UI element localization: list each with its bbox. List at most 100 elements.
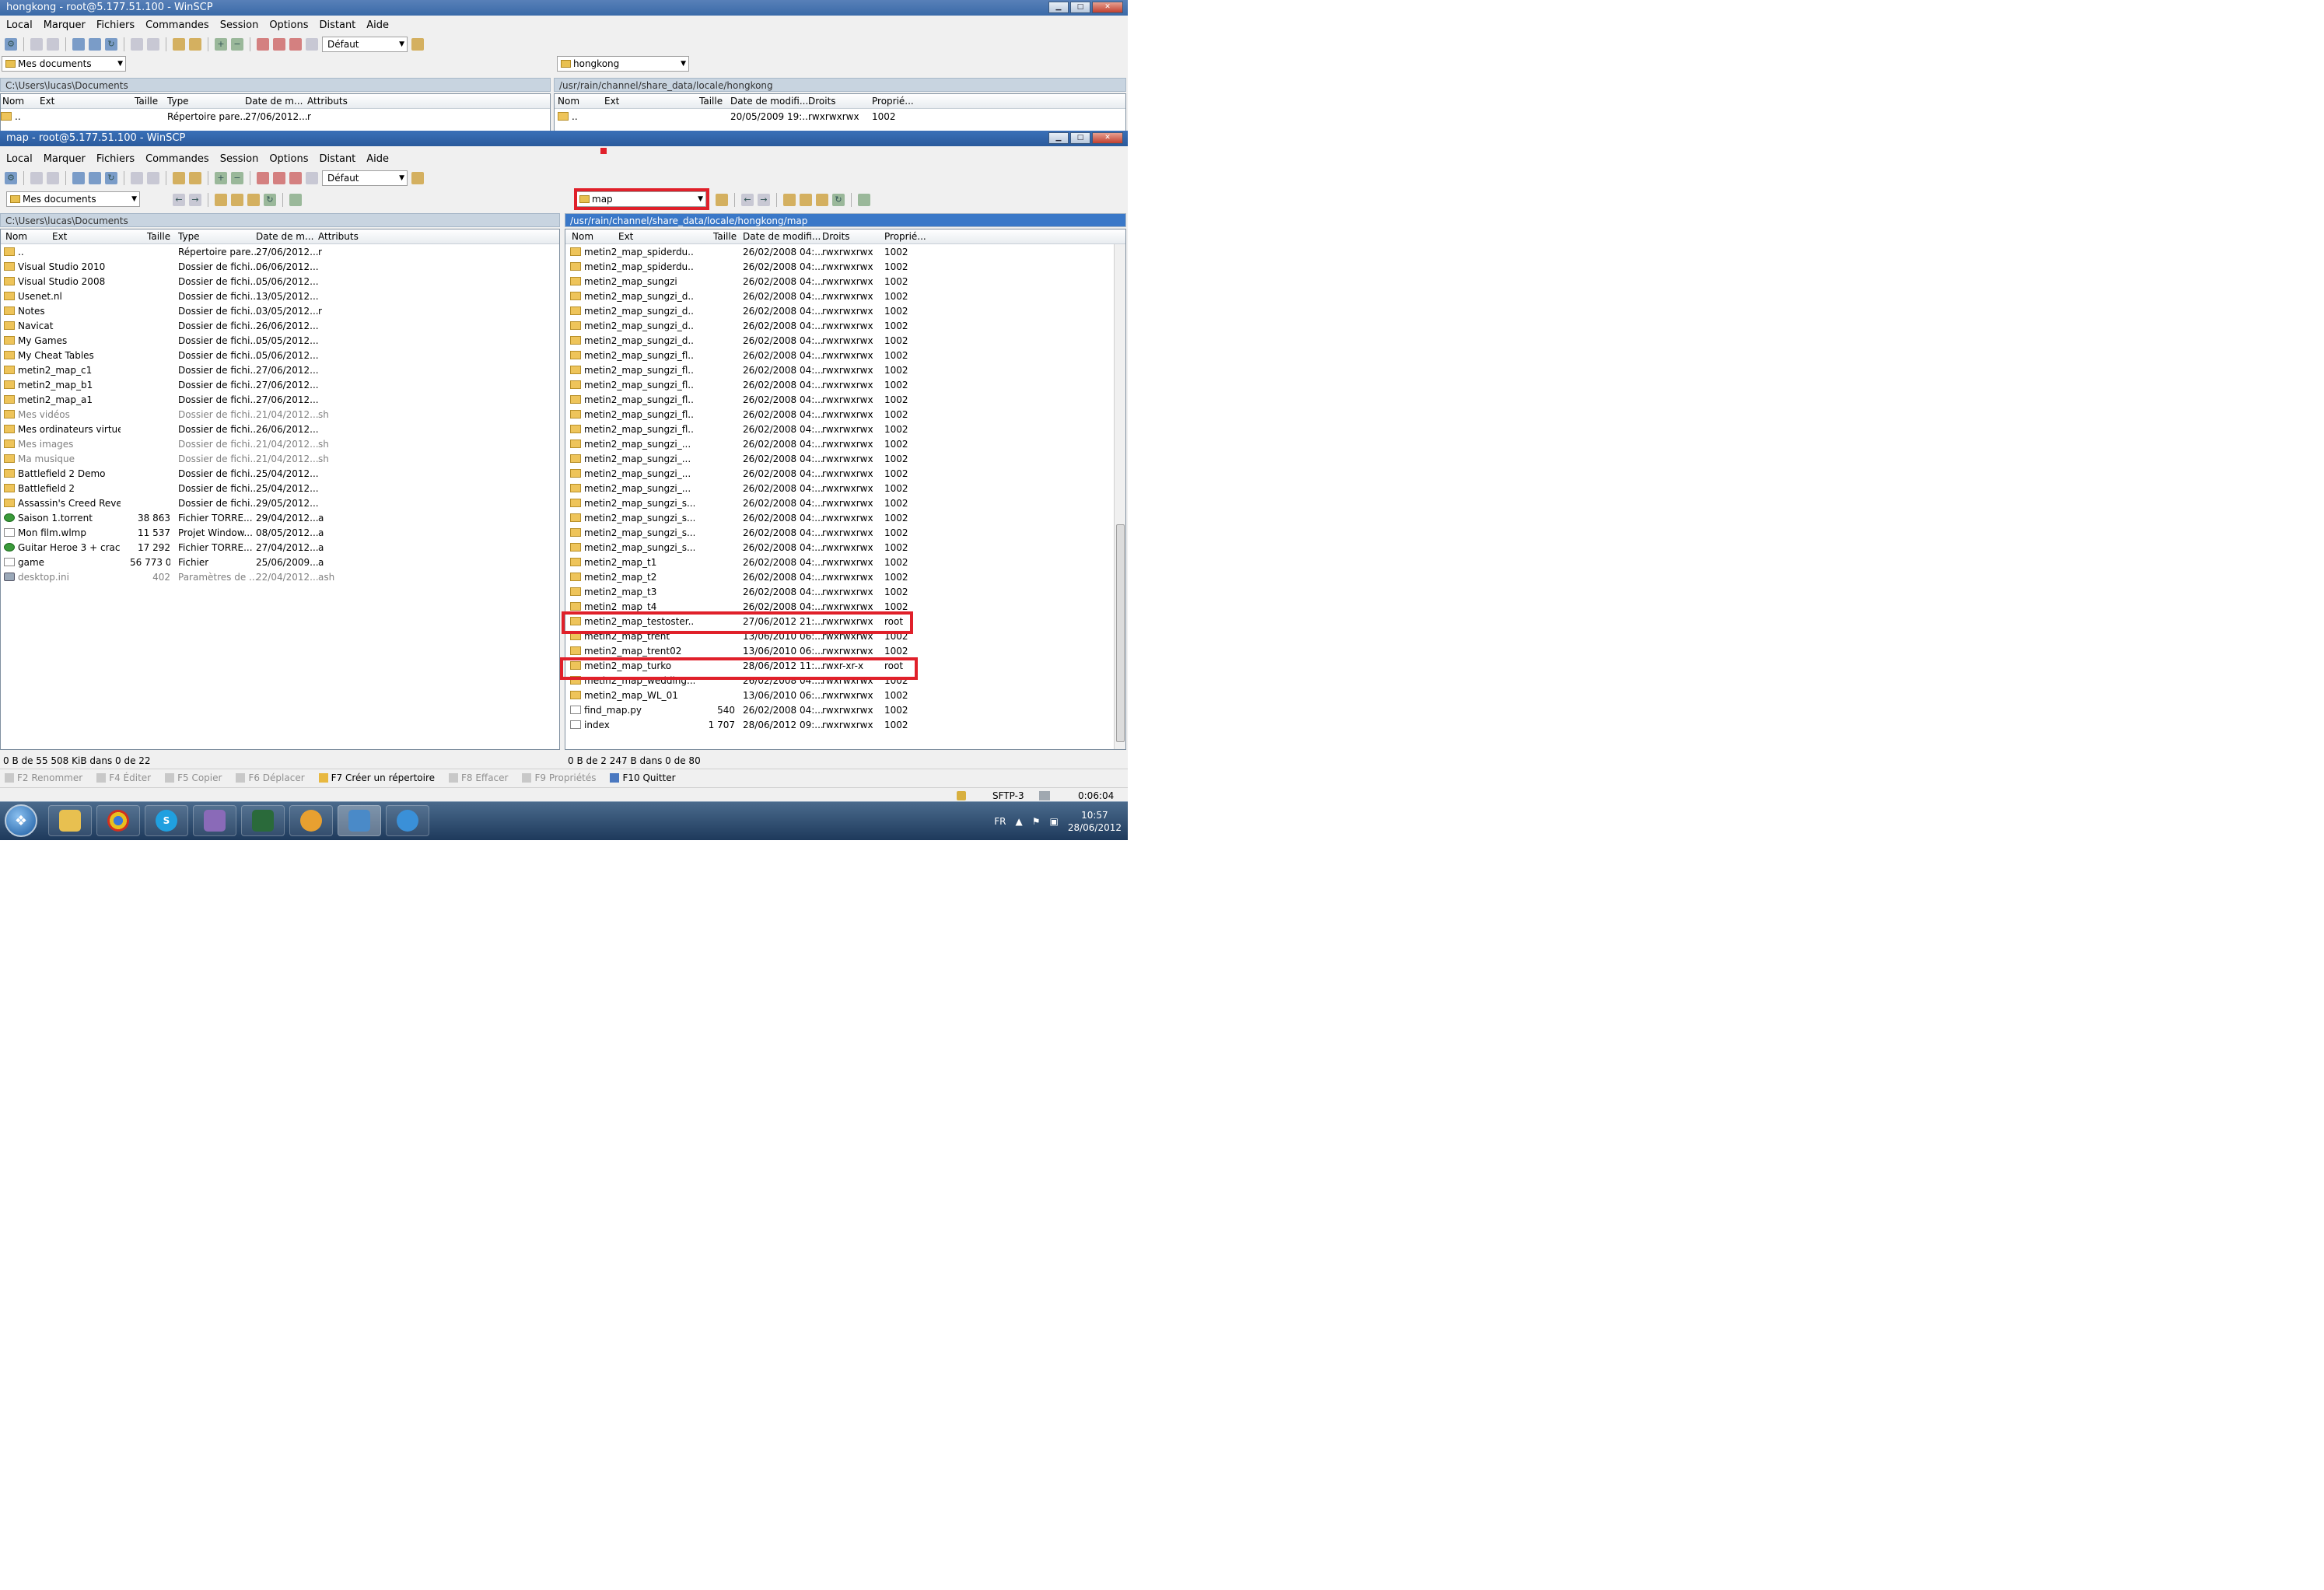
column-header[interactable]: Type	[167, 96, 189, 107]
refresh-icon[interactable]: ↻	[105, 172, 117, 184]
remote-path[interactable]: /usr/rain/channel/share_data/locale/hong…	[565, 213, 1126, 227]
back-arrow-icon[interactable]: ←	[173, 194, 185, 206]
filter-icon[interactable]	[257, 172, 269, 184]
menu-item-options[interactable]: Options	[269, 19, 308, 31]
local-file-panel[interactable]: Nom Ext Taille Type Date de m... Attribu…	[0, 229, 560, 750]
table-row[interactable]: My Cheat Tables Dossier de fichi... 05/06/…	[1, 348, 559, 363]
menu-item-fichiers[interactable]: Fichiers	[96, 19, 135, 31]
minus-icon[interactable]: −	[231, 38, 243, 51]
table-row[interactable]: desktop.ini 402 Paramètres de ... 22/04/201…	[1, 570, 559, 585]
table-row[interactable]: metin2_map_sungzi_... 26/02/2008 04:... rw…	[565, 482, 1125, 496]
compare-icon[interactable]	[89, 38, 101, 51]
menu-item-session[interactable]: Session	[220, 153, 259, 165]
table-row[interactable]: metin2_map_t1 26/02/2008 04:... rwxrwxrwx 1…	[565, 555, 1125, 570]
table-row[interactable]: metin2_map_sungzi_d... 26/02/2008 04:... r…	[565, 289, 1125, 304]
table-row[interactable]: metin2_map_sungzi_d... 26/02/2008 04:... r…	[565, 319, 1125, 334]
taskbar-chrome[interactable]	[96, 805, 140, 836]
column-header-name[interactable]: Nom	[5, 231, 27, 242]
menu-item-options[interactable]: Options	[269, 153, 308, 165]
back-remote-panel[interactable]: Nom Ext Taille Date de modifi... Droits …	[554, 93, 1126, 131]
table-row[interactable]: metin2_map_spiderdu... 26/02/2008 04:... r…	[565, 245, 1125, 260]
column-header-rights[interactable]: Droits	[822, 231, 850, 242]
session-icon[interactable]	[173, 172, 185, 184]
help-icon[interactable]	[306, 172, 318, 184]
terminal-icon[interactable]	[131, 38, 143, 51]
column-header[interactable]: Date de m...	[245, 96, 303, 107]
queue-icon[interactable]	[147, 38, 159, 51]
scrollbar-thumb[interactable]	[1116, 524, 1125, 742]
stop-icon[interactable]	[289, 172, 302, 184]
tray-up-icon[interactable]: ▲	[1015, 816, 1022, 827]
layout-icon[interactable]	[47, 38, 59, 51]
taskbar-explorer[interactable]	[48, 805, 92, 836]
root-dir-icon[interactable]	[231, 194, 243, 206]
table-row[interactable]: Mes images Dossier de fichi... 21/04/2012.…	[1, 437, 559, 452]
table-row[interactable]: Assassin's Creed Revel... Dossier de fich…	[1, 496, 559, 511]
find-icon[interactable]	[189, 172, 201, 184]
table-row[interactable]: metin2_map_sungzi_fl... 26/02/2008 04:...…	[565, 408, 1125, 422]
table-row[interactable]: My Games Dossier de fichi... 05/05/2012...	[1, 334, 559, 348]
table-row[interactable]: metin2_map_b1 Dossier de fichi... 27/06/20…	[1, 378, 559, 393]
list-icon[interactable]	[30, 38, 43, 51]
table-row[interactable]: metin2_map_sungzi_fl... 26/02/2008 04:...…	[565, 422, 1125, 437]
back-local-panel[interactable]: Nom Ext Taille Type Date de m... Attribu…	[0, 93, 551, 131]
refresh-icon[interactable]: ↻	[264, 194, 276, 206]
table-row[interactable]: .. Répertoire pare... 27/06/2012... r	[1, 110, 550, 124]
terminal-icon[interactable]	[131, 172, 143, 184]
root-dir-icon[interactable]	[800, 194, 812, 206]
menu-item-commandes[interactable]: Commandes	[145, 19, 209, 31]
table-row[interactable]: game 56 773 057 Fichier 25/06/2009...a	[1, 555, 559, 570]
parent-dir-icon[interactable]	[215, 194, 227, 206]
table-row[interactable]: metin2_map_sungzi_s... 26/02/2008 04:... r…	[565, 511, 1125, 526]
table-row[interactable]: Mes ordinateurs virtuels Dossier de fichi…	[1, 422, 559, 437]
start-button[interactable]: ❖	[5, 804, 37, 837]
column-header-attr[interactable]: Attributs	[318, 231, 359, 242]
language-indicator[interactable]: FR	[994, 816, 1006, 827]
open-folder-icon[interactable]	[716, 194, 728, 206]
local-path[interactable]: C:\Users\lucas\Documents	[0, 213, 560, 227]
taskbar-terminal[interactable]	[241, 805, 285, 836]
table-row[interactable]: metin2_map_c1 Dossier de fichi... 27/06/20…	[1, 363, 559, 378]
bookmark-icon[interactable]	[858, 194, 870, 206]
table-row[interactable]: metin2_map_sungzi_s... 26/02/2008 04:... r…	[565, 496, 1125, 511]
layout-icon[interactable]	[47, 172, 59, 184]
forward-arrow-icon[interactable]: →	[758, 194, 770, 206]
find-icon[interactable]	[189, 38, 201, 51]
column-header-ext[interactable]: Ext	[618, 231, 633, 242]
column-header-ext[interactable]: Ext	[52, 231, 67, 242]
sort-icon[interactable]	[273, 38, 285, 51]
bookmark-icon[interactable]	[289, 194, 302, 206]
column-header-name[interactable]: Nom	[572, 231, 593, 242]
menu-item-local[interactable]: Local	[6, 153, 33, 165]
taskbar-winrar[interactable]	[193, 805, 236, 836]
network-tray-icon[interactable]: ▣	[1049, 816, 1058, 827]
column-header[interactable]: Nom	[558, 96, 579, 107]
taskbar-vpn[interactable]	[289, 805, 333, 836]
transfer-profile-select[interactable]: Défaut ▼	[322, 37, 408, 52]
menu-item-marquer[interactable]: Marquer	[44, 19, 86, 31]
local-location-select[interactable]: Mes documents ▼	[6, 191, 140, 207]
table-row[interactable]: Ma musique Dossier de fichi... 21/04/2012.…	[1, 452, 559, 467]
function-key-6[interactable]: F8 Effacer	[449, 772, 508, 783]
table-row[interactable]: find_map.py 540 26/02/2008 04:... rwxrwxrwx…	[565, 703, 1125, 718]
filter-icon[interactable]	[257, 38, 269, 51]
column-header-size[interactable]: Taille	[713, 231, 737, 242]
taskbar-winscp[interactable]	[338, 805, 381, 836]
table-row[interactable]: Battlefield 2 Dossier de fichi... 25/04/20…	[1, 482, 559, 496]
function-key-4[interactable]: F6 Déplacer	[236, 772, 305, 783]
table-row[interactable]: metin2_map_sungzi 26/02/2008 04:... rwxrwx…	[565, 275, 1125, 289]
sync-icon[interactable]	[72, 172, 85, 184]
column-header-size[interactable]: Taille	[147, 231, 170, 242]
column-header[interactable]: Attributs	[307, 96, 348, 107]
menu-item-session[interactable]: Session	[220, 19, 259, 31]
minimize-icon[interactable]: ▁	[1048, 132, 1069, 144]
back-remote-path[interactable]: /usr/rain/channel/share_data/locale/hong…	[554, 78, 1126, 92]
menu-item-local[interactable]: Local	[6, 19, 33, 31]
close-icon[interactable]: ✕	[1092, 2, 1123, 13]
help-icon[interactable]	[306, 38, 318, 51]
parent-dir-icon[interactable]	[783, 194, 796, 206]
table-row[interactable]: Saison 1.torrent 38 863 Fichier TORRE... 29…	[1, 511, 559, 526]
taskbar-ie[interactable]	[386, 805, 429, 836]
table-row[interactable]: metin2_map_sungzi_s... 26/02/2008 04:... r…	[565, 541, 1125, 555]
stop-icon[interactable]	[289, 38, 302, 51]
